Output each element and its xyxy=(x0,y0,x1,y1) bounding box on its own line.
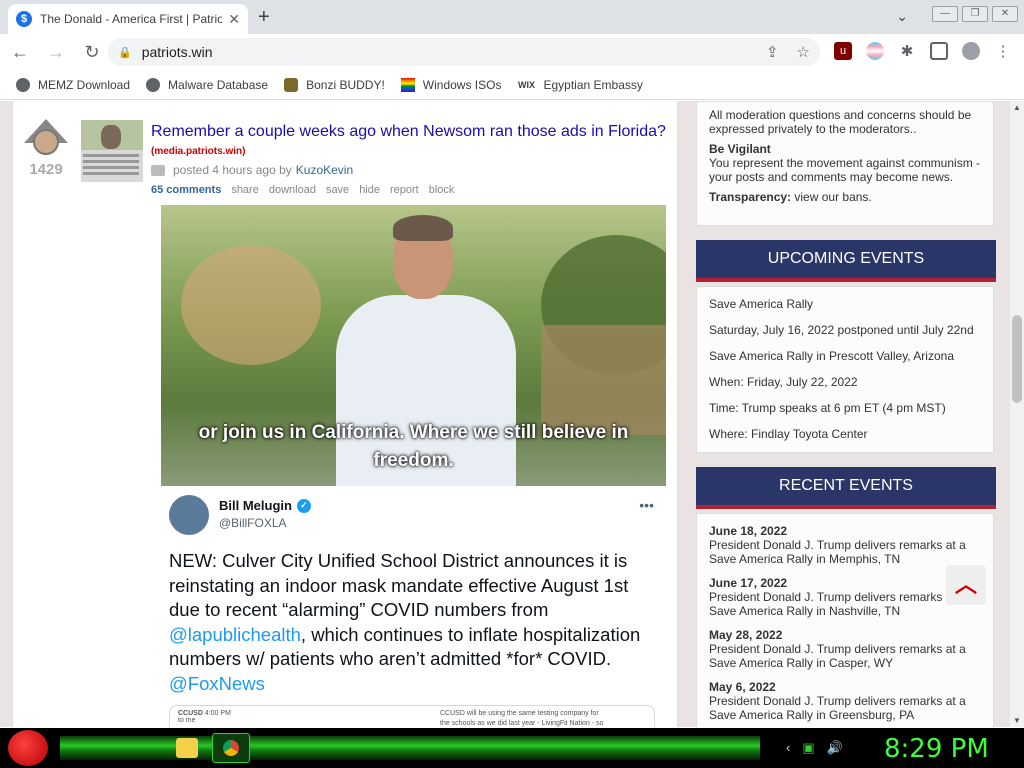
browser-tab-strip: $ The Donald - America First | Patriots … xyxy=(0,0,1024,34)
active-tab[interactable]: $ The Donald - America First | Patriots … xyxy=(8,4,248,34)
trump-face-icon xyxy=(33,129,59,155)
embedded-tweet: Bill Melugin ✓ @BillFOXLA ••• NEW: Culve… xyxy=(161,487,666,727)
page-content: 1429 Remember a couple weeks ago when Ne… xyxy=(0,101,1010,727)
video-caption: or join us in California. Where we still… xyxy=(198,422,629,471)
wix-icon: WIX xyxy=(517,79,535,90)
tweet-avatar[interactable] xyxy=(169,495,209,535)
scroll-to-top-chevron-up-icon[interactable]: ︿ xyxy=(946,565,986,605)
verified-badge-icon: ✓ xyxy=(296,498,311,513)
network-icon[interactable]: ▣ xyxy=(802,740,814,756)
bookmarks-bar: MEMZ Download Malware Database Bonzi BUD… xyxy=(0,70,1024,100)
community-rules-box: All moderation questions and concerns sh… xyxy=(696,101,994,226)
mention-foxnews[interactable]: @FoxNews xyxy=(169,673,265,694)
tweet-text: NEW: Culver City Unified School District… xyxy=(169,550,641,694)
bonzi-icon xyxy=(284,77,299,92)
bookmark-windows-isos[interactable]: Windows ISOs xyxy=(400,77,501,92)
pride-extension-icon[interactable] xyxy=(866,42,884,60)
share-icon[interactable]: ⇪ xyxy=(766,43,779,61)
bookmark-star-icon[interactable]: ☆ xyxy=(797,43,810,61)
upcoming-events-box: Save America Rally Saturday, July 16, 20… xyxy=(696,286,994,453)
ublock-extension-icon[interactable]: u xyxy=(834,42,852,60)
tab-title: The Donald - America First | Patriots xyxy=(40,12,223,26)
side-panel-icon[interactable] xyxy=(930,42,948,60)
post-actions: 65 comments share download save hide rep… xyxy=(151,184,454,196)
page-scrollbar[interactable]: ▲ ▼ xyxy=(1010,101,1024,727)
tweet-embedded-email-image: CCUSD 4:00 PM to me CCUSD will be using … xyxy=(169,705,655,727)
share-link[interactable]: share xyxy=(231,184,259,196)
folder-icon[interactable] xyxy=(176,738,198,758)
window-controls: ⌄ — ❐ ✕ xyxy=(890,0,1024,27)
scrollbar-thumb[interactable] xyxy=(1012,315,1022,403)
globe-icon xyxy=(16,77,30,92)
close-tab-icon[interactable]: ✕ xyxy=(228,11,240,28)
new-tab-button[interactable]: + xyxy=(258,6,270,29)
scroll-down-icon[interactable]: ▼ xyxy=(1013,716,1021,725)
taskbar: ‹ ▣ 🔊 8:29 PM xyxy=(0,728,1024,768)
chrome-taskbar-button[interactable] xyxy=(212,733,250,763)
menu-kebab-icon[interactable]: ⋮ xyxy=(994,42,1012,60)
recent-events-box: June 18, 2022 President Donald J. Trump d… xyxy=(696,513,994,727)
view-bans-link[interactable]: view our bans. xyxy=(794,190,871,204)
chrome-icon xyxy=(223,740,239,756)
comments-link[interactable]: 65 comments xyxy=(151,184,221,196)
url-text[interactable]: patriots.win xyxy=(142,44,213,60)
address-bar[interactable]: 🔒 patriots.win ⇪ ☆ xyxy=(108,38,820,66)
recent-event-item[interactable]: May 6, 2022 President Donald J. Trump del… xyxy=(709,680,981,722)
minimize-button[interactable]: — xyxy=(932,5,958,22)
dollar-favicon-icon: $ xyxy=(16,11,32,27)
post-title-link[interactable]: Remember a couple weeks ago when Newsom … xyxy=(151,123,666,141)
sidebar: All moderation questions and concerns sh… xyxy=(696,101,996,727)
camera-icon xyxy=(151,164,165,176)
post-meta: posted 4 hours ago by KuzoKevin xyxy=(151,163,353,177)
post-author-link[interactable]: KuzoKevin xyxy=(296,163,353,177)
transparency-label: Transparency: xyxy=(709,190,792,204)
bookmark-memz[interactable]: MEMZ Download xyxy=(16,77,130,92)
forward-arrow-icon[interactable]: → xyxy=(40,42,72,63)
tweet-handle[interactable]: @BillFOXLA xyxy=(219,516,287,530)
tweet-author-name[interactable]: Bill Melugin xyxy=(219,498,292,513)
bookmark-bonzi-buddy[interactable]: Bonzi BUDDY! xyxy=(284,77,385,92)
post-thumbnail[interactable] xyxy=(81,120,143,182)
tray-chevron-icon[interactable]: ‹ xyxy=(786,740,790,756)
more-dots-icon[interactable]: ••• xyxy=(639,497,654,513)
profile-avatar-icon[interactable] xyxy=(962,42,980,60)
mention-lapublichealth[interactable]: @lapublichealth xyxy=(169,624,301,645)
rainbow-flag-icon xyxy=(400,77,415,92)
recent-event-item[interactable]: May 28, 2022 President Donald J. Trump de… xyxy=(709,628,981,670)
post-video[interactable]: or join us in California. Where we still… xyxy=(161,205,666,486)
puzzle-extensions-icon[interactable]: ✱ xyxy=(898,42,916,60)
save-link[interactable]: save xyxy=(326,184,349,196)
back-arrow-icon[interactable]: ← xyxy=(4,42,36,63)
reload-icon[interactable]: ↻ xyxy=(76,42,108,63)
post-score: 1429 xyxy=(29,161,63,178)
taskbar-clock[interactable]: 8:29 PM xyxy=(884,734,989,764)
tab-search-chevron-down-icon[interactable]: ⌄ xyxy=(896,8,908,25)
globe-icon xyxy=(146,77,161,92)
block-link[interactable]: block xyxy=(429,184,455,196)
vote-widget: 1429 xyxy=(23,119,69,178)
post-domain[interactable]: (media.patriots.win) xyxy=(151,146,245,157)
angry-bird-start-button[interactable] xyxy=(8,730,48,766)
bookmark-egyptian-embassy[interactable]: WIX Egyptian Embassy xyxy=(517,78,643,92)
report-link[interactable]: report xyxy=(390,184,419,196)
recent-events-header: RECENT EVENTS xyxy=(696,467,996,509)
recent-event-item[interactable]: June 17, 2022 President Donald J. Trump d… xyxy=(709,576,981,618)
upcoming-events-header: UPCOMING EVENTS xyxy=(696,240,996,282)
recent-event-item[interactable]: June 18, 2022 President Donald J. Trump d… xyxy=(709,524,981,566)
restore-button[interactable]: ❐ xyxy=(962,5,988,22)
download-link[interactable]: download xyxy=(269,184,316,196)
browser-toolbar: ← → ↻ 🔒 patriots.win ⇪ ☆ u ✱ ⋮ xyxy=(0,34,1024,70)
post-column: 1429 Remember a couple weeks ago when Ne… xyxy=(12,101,678,727)
system-tray: ‹ ▣ 🔊 xyxy=(786,740,843,756)
moderation-text: All moderation questions and concerns sh… xyxy=(709,108,972,136)
lock-icon[interactable]: 🔒 xyxy=(118,46,132,59)
hide-link[interactable]: hide xyxy=(359,184,380,196)
scroll-up-icon[interactable]: ▲ xyxy=(1013,103,1021,112)
vigilant-title: Be Vigilant xyxy=(709,142,771,156)
extensions-area: u ✱ ⋮ xyxy=(834,42,1012,60)
volume-icon[interactable]: 🔊 xyxy=(827,740,843,756)
close-window-button[interactable]: ✕ xyxy=(992,5,1018,22)
bookmark-malware-database[interactable]: Malware Database xyxy=(146,77,268,92)
